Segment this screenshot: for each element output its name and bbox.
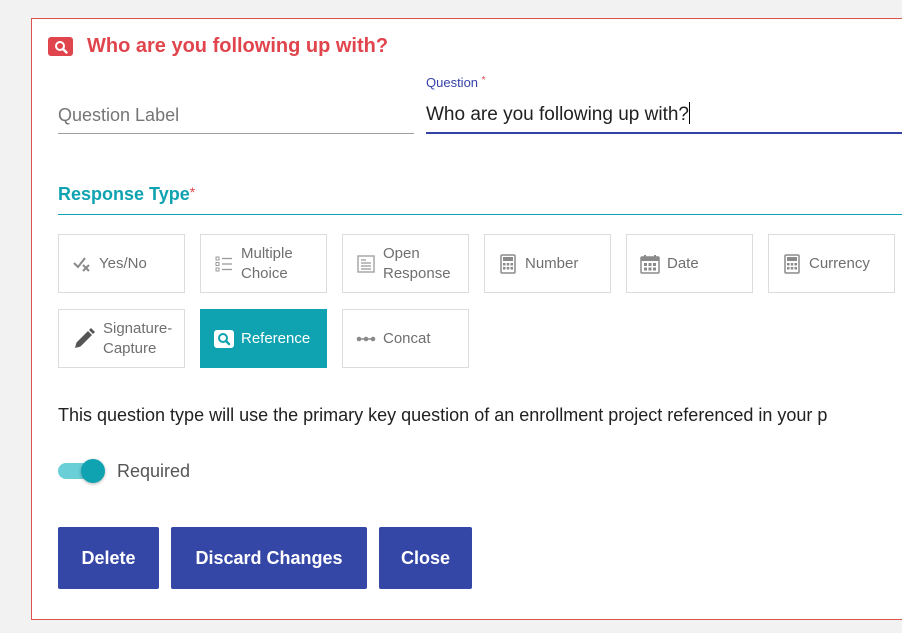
pen-icon xyxy=(71,327,97,350)
tile-label: Multiple Choice xyxy=(241,244,293,282)
dots-line-icon xyxy=(355,328,377,350)
search-icon xyxy=(213,328,235,350)
editor-header: Who are you following up with? xyxy=(48,35,388,58)
question-label-text: Question xyxy=(426,75,479,90)
discard-changes-button[interactable]: Discard Changes xyxy=(171,527,367,589)
question-field[interactable]: Question * Who are you following up with… xyxy=(426,74,902,134)
required-toggle[interactable] xyxy=(58,459,106,483)
required-label: Required xyxy=(117,461,191,481)
text-box-icon xyxy=(355,253,377,275)
tile-open-response[interactable]: Open Response xyxy=(342,234,469,293)
response-type-heading: Response Type* xyxy=(58,184,902,215)
tile-label: Open Response xyxy=(383,244,451,282)
toggle-knob xyxy=(81,459,105,483)
response-type-required-marker: * xyxy=(189,184,196,200)
question-editor-card: Who are you following up with? Question … xyxy=(31,18,902,620)
question-value-text: Who are you following up with? xyxy=(426,104,689,125)
delete-button[interactable]: Delete xyxy=(58,527,159,589)
tile-label: Reference xyxy=(241,329,311,347)
calculator-icon xyxy=(497,253,519,275)
close-button[interactable]: Close xyxy=(379,527,472,589)
yes-no-icon xyxy=(71,253,93,275)
page-title: Who are you following up with? xyxy=(87,35,389,57)
tile-currency[interactable]: Currency xyxy=(768,234,895,293)
response-type-title: Response Type xyxy=(58,184,190,204)
tile-date[interactable]: Date xyxy=(626,234,753,293)
required-marker: * xyxy=(481,75,486,86)
tile-label: Currency xyxy=(809,254,870,272)
tile-signature-capture[interactable]: Signature-Capture xyxy=(58,309,185,368)
calendar-icon xyxy=(639,253,661,275)
calculator-icon xyxy=(781,253,803,275)
tile-label: Date xyxy=(667,254,699,272)
tile-reference[interactable]: Reference xyxy=(200,309,327,368)
question-label-field[interactable]: Question Label xyxy=(58,94,414,134)
tile-yes-no[interactable]: Yes/No xyxy=(58,234,185,293)
text-caret xyxy=(688,102,690,124)
tile-label: Yes/No xyxy=(99,254,147,272)
tile-number[interactable]: Number xyxy=(484,234,611,293)
tile-concat[interactable]: Concat xyxy=(342,309,469,368)
list-icon xyxy=(213,253,235,275)
question-label-placeholder: Question Label xyxy=(58,105,180,125)
question-field-label: Question * xyxy=(426,75,486,90)
tile-label: Concat xyxy=(383,329,431,347)
search-icon xyxy=(48,37,73,56)
tile-multiple-choice[interactable]: Multiple Choice xyxy=(200,234,327,293)
question-input-value[interactable]: Who are you following up with? xyxy=(426,102,690,126)
response-type-description: This question type will use the primary … xyxy=(58,405,828,425)
tile-label: Number xyxy=(525,254,579,272)
tile-label: Signature-Capture xyxy=(103,319,173,357)
